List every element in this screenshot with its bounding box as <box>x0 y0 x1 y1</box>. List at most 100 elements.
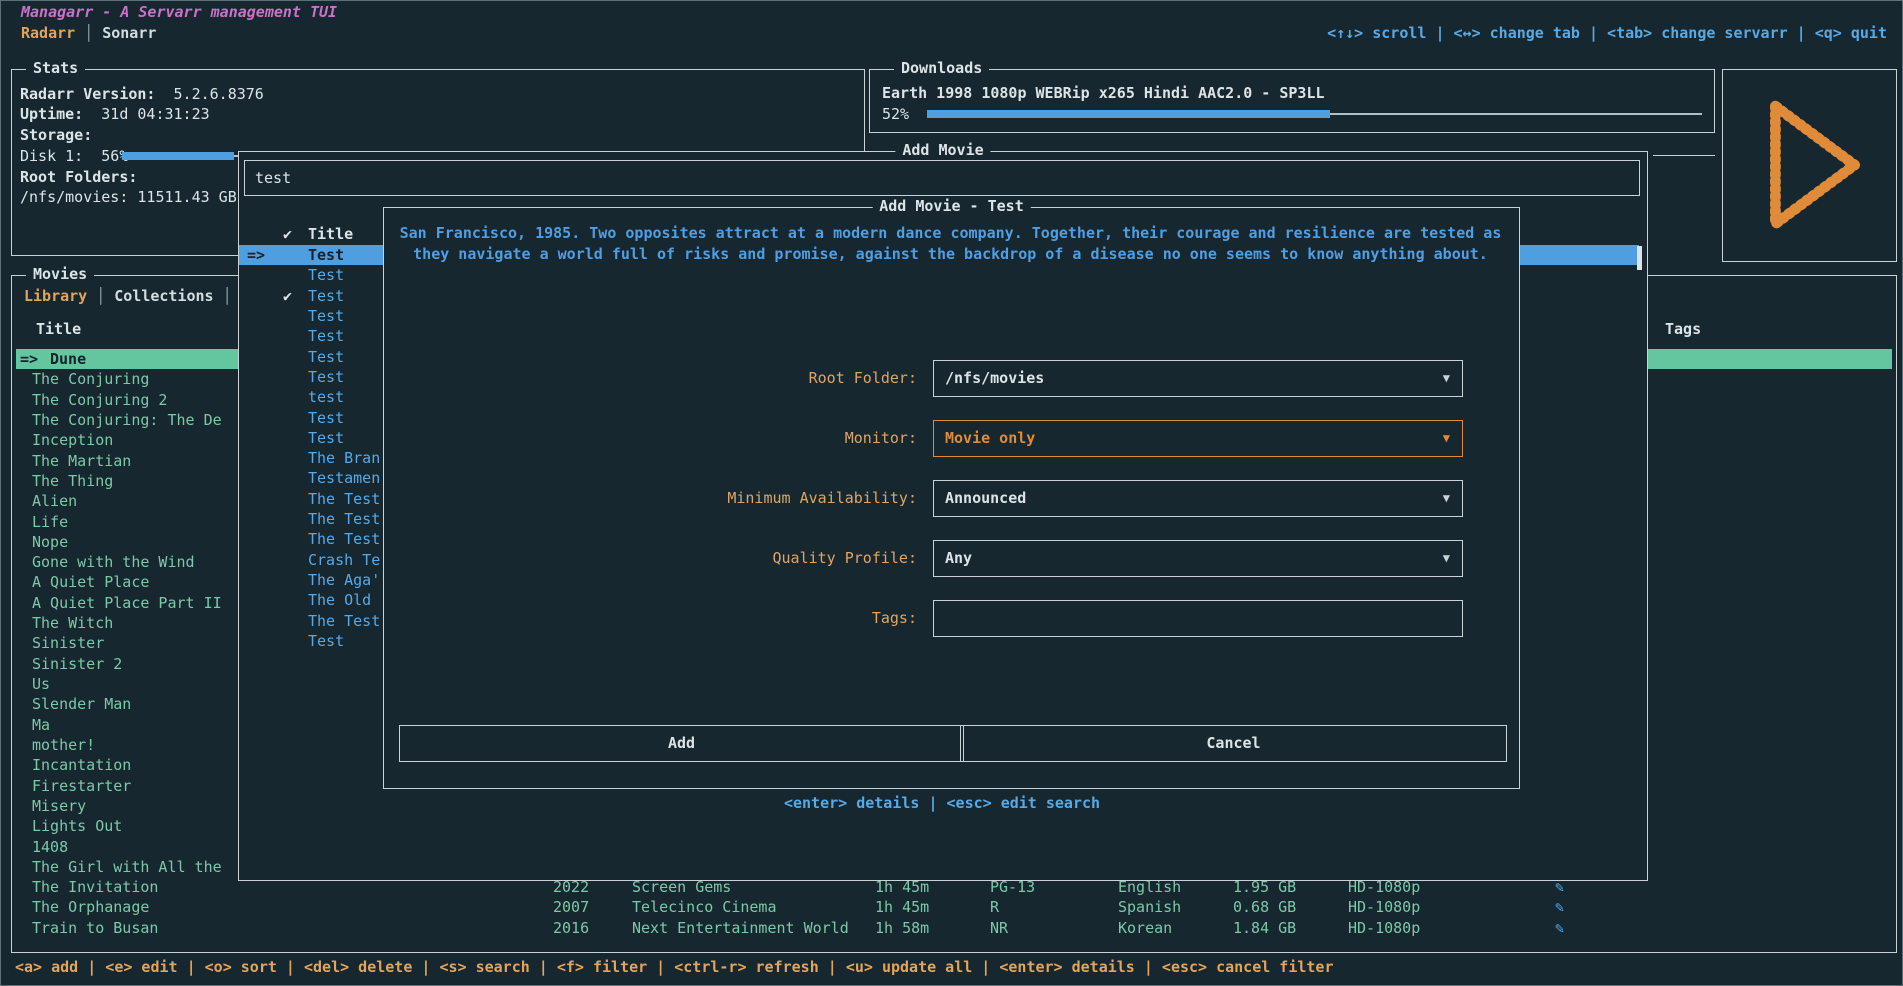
version-label: Radarr Version: <box>20 85 155 103</box>
add-button[interactable]: Add <box>399 725 964 762</box>
download-progress-gauge <box>927 110 1702 118</box>
movie-rating: R <box>990 897 999 917</box>
checkmark-icon: ✔ <box>283 286 292 306</box>
result-title: Test <box>308 347 344 367</box>
downloads-panel-title: Downloads <box>894 59 989 77</box>
movie-language: Spanish <box>1118 897 1181 917</box>
result-title: The Old <box>308 590 371 610</box>
column-header-tags: Tags <box>1665 320 1701 338</box>
movie-quality: HD-1080p <box>1348 897 1420 917</box>
checkmark-icon: ✔ <box>283 224 292 244</box>
add-movie-popup-title: Add Movie <box>895 141 990 159</box>
footer-keybind-help: <a> add | <e> edit | <o> sort | <del> de… <box>15 958 1334 976</box>
movie-runtime: 1h 58m <box>875 918 929 938</box>
movie-overview-line1: San Francisco, 1985. Two opposites attra… <box>384 224 1517 242</box>
download-item-title: Earth 1998 1080p WEBRip x265 Hindi AAC2.… <box>882 84 1325 102</box>
servarr-tab-bar: Radarr │ Sonarr <box>21 24 156 42</box>
movie-title: The Conjuring 2 <box>32 390 167 410</box>
tab-library[interactable]: Library <box>24 287 87 305</box>
edit-pencil-icon: ✎ <box>1555 897 1564 917</box>
edit-pencil-icon: ✎ <box>1555 918 1564 938</box>
movie-title: Ma <box>32 715 50 735</box>
movie-title: Nope <box>32 532 68 552</box>
root-folder-value-line: /nfs/movies: 11511.43 GB <box>20 187 237 207</box>
managarr-app: Managarr - A Servarr management TUI Rada… <box>0 0 1903 986</box>
search-input[interactable] <box>255 162 1625 194</box>
field-label: Quality Profile: <box>384 540 917 577</box>
movie-language: Korean <box>1118 918 1172 938</box>
add-movie-detail-modal: Add Movie - Test San Francisco, 1985. Tw… <box>383 207 1520 789</box>
tab-separator: │ <box>223 287 232 305</box>
result-title: Test <box>308 286 344 306</box>
table-row-details[interactable]: 2007 Telecinco Cinema 1h 45m R Spanish 0… <box>11 897 1895 917</box>
movie-title: Sinister <box>32 633 104 653</box>
uptime-value: 31d 04:31:23 <box>101 105 209 123</box>
movie-detail-rows: 2022 Screen Gems 1h 45m PG-13 English 1.… <box>11 877 1895 938</box>
result-title: The Test <box>308 611 380 631</box>
form-field-row: Tags: ▼ <box>384 600 1517 637</box>
movie-runtime: 1h 45m <box>875 897 929 917</box>
movie-title: A Quiet Place <box>32 572 149 592</box>
download-percent: 52% <box>882 105 909 123</box>
movie-year: 2016 <box>553 918 589 938</box>
movie-title: Lights Out <box>32 816 122 836</box>
table-row-details[interactable]: 2016 Next Entertainment World 1h 58m NR … <box>11 918 1895 938</box>
tab-separator: │ <box>96 287 105 305</box>
results-scrollbar-thumb[interactable] <box>1637 246 1642 270</box>
result-title: The Aga' <box>308 570 380 590</box>
selection-arrow: => <box>20 349 38 369</box>
version-value: 5.2.6.8376 <box>174 85 264 103</box>
field-dropdown[interactable]: ▼ <box>933 600 1463 637</box>
movie-title: Dune <box>50 349 86 369</box>
field-value: Announced <box>945 481 1026 516</box>
movie-title: Inception <box>32 430 113 450</box>
result-title: The Test <box>308 529 380 549</box>
result-title: Test <box>308 428 344 448</box>
result-title: Testamen <box>308 468 380 488</box>
field-value: /nfs/movies <box>945 361 1044 396</box>
chevron-down-icon: ▼ <box>1443 541 1450 576</box>
field-label: Monitor: <box>384 420 917 457</box>
movie-title: Slender Man <box>32 694 131 714</box>
movie-studio: Telecinco Cinema <box>632 897 777 917</box>
field-label: Tags: <box>384 600 917 637</box>
tab-collections[interactable]: Collections <box>114 287 213 305</box>
movie-title: Us <box>32 674 50 694</box>
movies-panel-title: Movies <box>26 265 94 283</box>
result-title: Crash Te <box>308 550 380 570</box>
uptime-label: Uptime: <box>20 105 83 123</box>
field-dropdown[interactable]: /nfs/movies ▼ <box>933 360 1463 397</box>
movie-title: The Witch <box>32 613 113 633</box>
cancel-button[interactable]: Cancel <box>960 725 1507 762</box>
movie-year: 2007 <box>553 897 589 917</box>
logo-panel <box>1722 69 1897 262</box>
tab-separator: │ <box>84 24 93 42</box>
movie-title: Firestarter <box>32 776 131 796</box>
border-fragment <box>1653 155 1715 156</box>
movie-title: The Conjuring: The De <box>32 410 222 430</box>
storage-label: Storage: <box>20 126 92 144</box>
root-folder-value: /nfs/movies: 11511.43 GB <box>20 188 237 206</box>
field-dropdown[interactable]: Announced ▼ <box>933 480 1463 517</box>
field-dropdown[interactable]: Any ▼ <box>933 540 1463 577</box>
movie-title: Gone with the Wind <box>32 552 195 572</box>
modal-title: Add Movie - Test <box>872 197 1031 215</box>
result-title: test <box>308 387 344 407</box>
movie-size: 0.68 GB <box>1233 897 1296 917</box>
movie-title: A Quiet Place Part II <box>32 593 222 613</box>
root-folders-line: Root Folders: <box>20 167 137 187</box>
tab-radarr[interactable]: Radarr <box>21 24 75 42</box>
tab-sonarr[interactable]: Sonarr <box>102 24 156 42</box>
downloads-panel: Downloads Earth 1998 1080p WEBRip x265 H… <box>869 69 1715 133</box>
movie-quality: HD-1080p <box>1348 918 1420 938</box>
result-title: Test <box>308 367 344 387</box>
movie-title: The Conjuring <box>32 369 149 389</box>
managarr-play-logo-icon <box>1749 94 1869 236</box>
add-movie-form: Root Folder: /nfs/movies ▼ Monitor: Movi… <box>384 360 1517 660</box>
movie-title: Alien <box>32 491 77 511</box>
movie-title: mother! <box>32 735 95 755</box>
movie-search-box <box>244 160 1640 196</box>
movie-title: Sinister 2 <box>32 654 122 674</box>
field-dropdown[interactable]: Movie only ▼ <box>933 420 1463 457</box>
movie-studio: Next Entertainment World <box>632 918 849 938</box>
